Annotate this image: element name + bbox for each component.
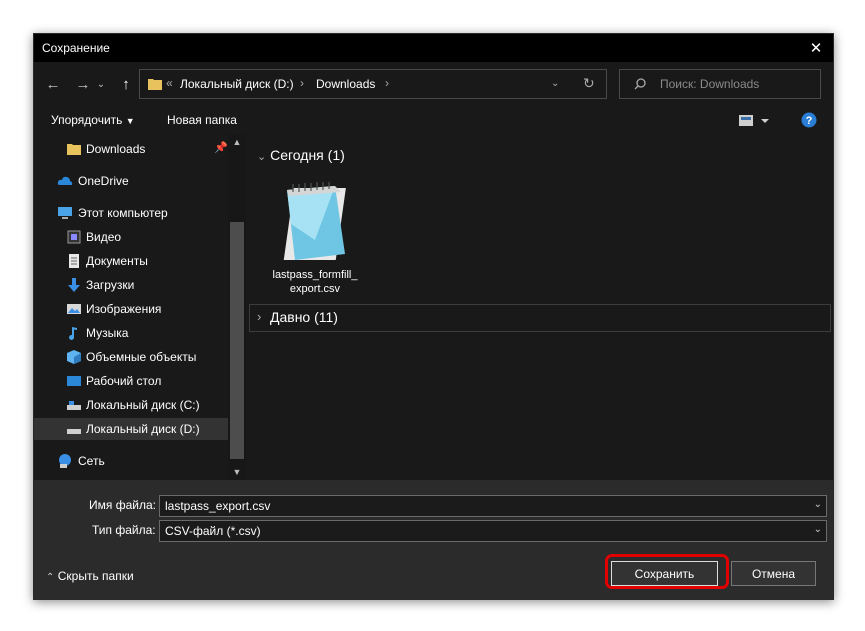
window-title: Сохранение — [42, 41, 110, 55]
help-icon[interactable]: ? — [801, 112, 817, 128]
title-bar: Сохранение ✕ — [34, 34, 833, 62]
filename-label: Имя файла: — [89, 498, 156, 512]
music-icon — [69, 327, 77, 340]
sidebar-item-label: Локальный диск (C:) — [86, 398, 200, 412]
search-icon — [634, 78, 646, 90]
filename-value: lastpass_export.csv — [165, 499, 271, 513]
notepad-icon — [283, 182, 346, 260]
organize-button[interactable]: Упорядочить ▼ — [51, 113, 135, 127]
file-name-line-2: export.csv — [289, 283, 341, 295]
file-name[interactable]: lastpass_formfill_ export.csv — [267, 268, 363, 296]
hide-folders-label: Скрыть папки — [57, 569, 134, 583]
image-icon — [67, 304, 81, 314]
sidebar-item-label: Загрузки — [86, 278, 135, 292]
view-options-icon[interactable] — [738, 114, 770, 128]
group-header-today[interactable]: ⌄ Сегодня (1) — [257, 147, 345, 163]
filename-input[interactable]: lastpass_export.csv ⌄ — [159, 495, 827, 517]
command-bar: Упорядочить ▼ Новая папка ? — [34, 106, 833, 134]
search-box[interactable]: Поиск: Downloads — [619, 69, 821, 99]
navigation-pane: Downloads 📌 OneDrive Этот компьютер Виде… — [34, 134, 246, 480]
scrollbar-thumb[interactable] — [230, 222, 244, 459]
sidebar-item-desktop[interactable]: Рабочий стол — [34, 370, 228, 392]
caret-down-icon: ▼ — [125, 116, 135, 126]
filetype-value: CSV-файл (*.csv) — [165, 524, 261, 538]
new-folder-button[interactable]: Новая папка — [167, 113, 237, 127]
breadcrumb-separator: › — [300, 76, 304, 90]
sidebar-item-documents[interactable]: Документы — [34, 250, 228, 272]
chevron-down-icon[interactable]: ⌄ — [94, 74, 108, 94]
sidebar-scrollbar[interactable]: ▲ ▼ — [228, 134, 246, 480]
chevron-down-icon[interactable]: ⌄ — [814, 499, 822, 510]
network-icon — [59, 454, 71, 468]
organize-label: Упорядочить — [51, 113, 123, 127]
sidebar-item-onedrive[interactable]: OneDrive — [34, 170, 228, 192]
desktop-icon — [67, 376, 81, 386]
sidebar-item-label: Этот компьютер — [78, 206, 168, 220]
group-label: Давно (11) — [270, 309, 338, 325]
sidebar-item-this-pc[interactable]: Этот компьютер — [34, 202, 228, 224]
cancel-button[interactable]: Отмена — [731, 561, 816, 586]
drive-icon — [67, 401, 81, 410]
sidebar-item-label: Downloads — [86, 142, 146, 156]
sidebar-item-network[interactable]: Сеть — [34, 450, 228, 472]
arrow-up-icon[interactable]: ↑ — [115, 74, 137, 94]
sidebar-item-label: Локальный диск (D:) — [86, 422, 200, 436]
arrow-left-icon[interactable]: ← — [42, 74, 64, 94]
refresh-icon[interactable]: ↻ — [583, 75, 595, 92]
filetype-select[interactable]: CSV-файл (*.csv) ⌄ — [159, 520, 827, 542]
arrow-right-icon[interactable]: → — [72, 74, 94, 94]
hide-folders-button[interactable]: ⌃ Скрыть папки — [46, 569, 134, 583]
cube-icon — [67, 350, 81, 364]
download-icon — [68, 278, 80, 292]
folder-icon — [67, 144, 81, 155]
chevron-down-icon: ⌄ — [257, 151, 267, 163]
sidebar-item-images[interactable]: Изображения — [34, 298, 228, 320]
chevron-right-icon: › — [257, 309, 262, 324]
pin-icon[interactable]: 📌 — [214, 141, 228, 154]
file-list: ⌄ Сегодня (1) lastpass_formfill_ export.… — [247, 134, 833, 480]
drive-icon — [67, 429, 81, 434]
close-icon[interactable]: ✕ — [799, 34, 833, 62]
sidebar-item-drive-c[interactable]: Локальный диск (C:) — [34, 394, 228, 416]
sidebar-item-music[interactable]: Музыка — [34, 322, 228, 344]
sidebar-item-label: Сеть — [78, 454, 105, 468]
sidebar-item-downloads-library[interactable]: Загрузки — [34, 274, 228, 296]
group-header-earlier[interactable]: › Давно (11) — [249, 304, 831, 332]
video-icon — [67, 230, 81, 244]
chevron-down-icon[interactable]: ⌄ — [551, 78, 559, 89]
sidebar-item-label: Объемные объекты — [86, 350, 197, 364]
breadcrumb-downloads[interactable]: Downloads — [316, 77, 375, 91]
sidebar-item-3d-objects[interactable]: Объемные объекты — [34, 346, 228, 368]
overflow-chevron[interactable]: « — [166, 76, 173, 90]
folder-icon — [148, 79, 162, 90]
sidebar-item-video[interactable]: Видео — [34, 226, 228, 248]
computer-icon — [58, 207, 72, 219]
chevron-up-icon: ⌃ — [46, 572, 55, 583]
sidebar-item-label: Изображения — [86, 302, 162, 316]
save-button[interactable]: Сохранить — [611, 561, 718, 586]
sidebar-item-label: Документы — [86, 254, 148, 268]
chevron-down-icon[interactable]: ⌄ — [814, 524, 822, 535]
navigation-bar: ← → ⌄ ↑ « Локальный диск (D:) › Download… — [34, 62, 833, 106]
svg-text:?: ? — [806, 115, 813, 127]
group-label: Сегодня (1) — [270, 147, 345, 163]
sidebar-item-downloads[interactable]: Downloads 📌 — [34, 138, 228, 160]
search-placeholder: Поиск: Downloads — [660, 77, 760, 91]
sidebar-item-label: Музыка — [86, 326, 129, 340]
breadcrumb-drive-d[interactable]: Локальный диск (D:) — [180, 77, 294, 91]
sidebar-item-drive-d[interactable]: Локальный диск (D:) — [34, 418, 228, 440]
sidebar-item-label: OneDrive — [78, 174, 129, 188]
scroll-up-icon[interactable]: ▲ — [228, 137, 246, 147]
save-dialog: Сохранение ✕ ← → ⌄ ↑ « Локальный диск (D… — [33, 33, 834, 600]
document-icon — [69, 254, 79, 268]
sidebar-item-label: Рабочий стол — [86, 374, 162, 388]
cloud-icon — [57, 176, 73, 185]
file-name-line-1: lastpass_formfill_ — [272, 269, 358, 281]
scroll-down-icon[interactable]: ▼ — [228, 467, 246, 477]
sidebar-item-label: Видео — [86, 230, 122, 244]
address-bar[interactable]: « Локальный диск (D:) › Downloads › ⌄ ↻ — [139, 69, 607, 99]
filetype-label: Тип файла: — [92, 523, 156, 537]
breadcrumb-separator: › — [385, 76, 389, 90]
